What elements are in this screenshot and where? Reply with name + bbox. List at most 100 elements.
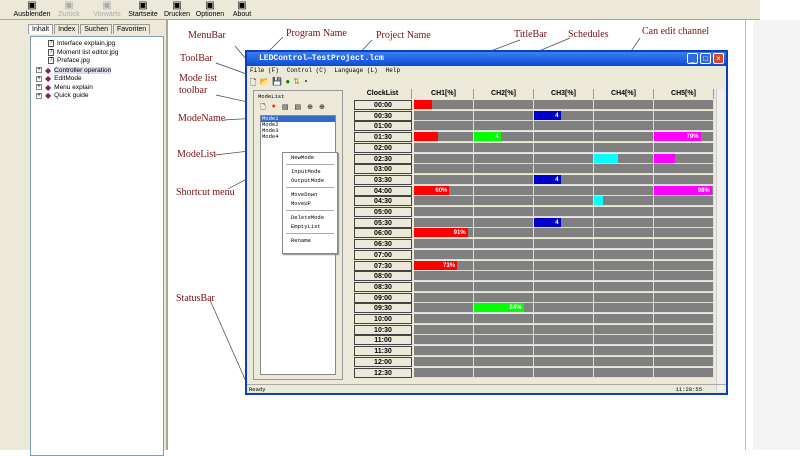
channel-cell[interactable] <box>474 143 534 153</box>
channel-cell[interactable] <box>534 121 594 131</box>
save-icon[interactable]: 💾 <box>272 77 282 91</box>
channel-cell[interactable] <box>594 186 654 196</box>
channel-cell[interactable] <box>654 357 714 367</box>
clock-cell[interactable]: 11:00 <box>354 335 412 345</box>
move-down-icon[interactable]: ⊕ <box>319 103 325 114</box>
channel-cell[interactable] <box>654 293 714 303</box>
channel-cell[interactable] <box>594 293 654 303</box>
channel-cell[interactable] <box>414 250 474 260</box>
open-folder-icon[interactable]: 📂 <box>259 77 269 91</box>
channel-cell[interactable] <box>474 196 534 206</box>
channel-cell[interactable] <box>654 218 714 228</box>
channel-cell[interactable] <box>474 100 534 110</box>
channel-cell[interactable]: 84% <box>474 303 534 313</box>
channel-cell[interactable] <box>414 218 474 228</box>
channel-cell[interactable] <box>534 207 594 217</box>
channel-cell[interactable] <box>654 271 714 281</box>
clock-cell[interactable]: 03:00 <box>354 164 412 174</box>
channel-cell[interactable] <box>594 261 654 271</box>
clock-cell[interactable]: 03:30 <box>354 175 412 185</box>
channel-cell[interactable] <box>594 314 654 324</box>
channel-cell[interactable] <box>654 325 714 335</box>
clock-cell[interactable]: 01:30 <box>354 132 412 142</box>
menu-item[interactable]: File (F) <box>250 66 279 76</box>
channel-cell[interactable] <box>594 239 654 249</box>
delete-mode-icon[interactable]: ● <box>272 103 276 114</box>
channel-cell[interactable] <box>594 175 654 185</box>
clock-cell[interactable]: 04:00 <box>354 186 412 196</box>
channel-cell[interactable] <box>654 121 714 131</box>
channel-cell[interactable]: 91% <box>414 228 474 238</box>
channel-cell[interactable] <box>534 154 594 164</box>
clock-cell[interactable]: 02:00 <box>354 143 412 153</box>
context-menu-item[interactable]: EmptyList <box>283 222 337 231</box>
channel-cell[interactable] <box>654 207 714 217</box>
channel-cell[interactable] <box>414 100 474 110</box>
clock-cell[interactable]: 09:00 <box>354 293 412 303</box>
channel-cell[interactable] <box>594 303 654 313</box>
channel-cell[interactable] <box>474 335 534 345</box>
channel-cell[interactable] <box>654 282 714 292</box>
channel-cell[interactable] <box>594 100 654 110</box>
channel-cell[interactable] <box>654 164 714 174</box>
context-menu-item[interactable]: InputMode <box>283 167 337 176</box>
channel-cell[interactable]: 79% <box>654 132 714 142</box>
channel-cell[interactable] <box>534 143 594 153</box>
clock-cell[interactable]: 10:30 <box>354 325 412 335</box>
channel-cell[interactable] <box>534 325 594 335</box>
clock-cell[interactable]: 08:00 <box>354 271 412 281</box>
channel-cell[interactable] <box>654 196 714 206</box>
new-file-icon[interactable]: 🗋 <box>250 77 256 91</box>
channel-cell[interactable] <box>594 132 654 142</box>
channel-cell[interactable] <box>474 282 534 292</box>
channel-cell[interactable] <box>474 154 534 164</box>
channel-cell[interactable] <box>654 100 714 110</box>
channel-cell[interactable] <box>474 314 534 324</box>
context-menu-item[interactable]: MoveDown <box>283 190 337 199</box>
channel-cell[interactable] <box>534 239 594 249</box>
close-button[interactable]: × <box>713 53 724 64</box>
context-menu-item[interactable]: DeleteMode <box>283 213 337 222</box>
channel-cell[interactable] <box>474 250 534 260</box>
channel-cell[interactable] <box>594 250 654 260</box>
context-menu-item[interactable]: OutputMode <box>283 176 337 185</box>
channel-cell[interactable] <box>654 303 714 313</box>
channel-cell[interactable] <box>474 346 534 356</box>
channel-cell[interactable] <box>654 261 714 271</box>
minimize-button[interactable]: _ <box>687 53 698 64</box>
clock-cell[interactable]: 12:00 <box>354 357 412 367</box>
channel-cell[interactable] <box>414 271 474 281</box>
clock-cell[interactable]: 06:00 <box>354 228 412 238</box>
channel-cell[interactable] <box>474 271 534 281</box>
channel-cell[interactable] <box>534 303 594 313</box>
channel-cell[interactable] <box>534 228 594 238</box>
channel-cell[interactable] <box>474 239 534 249</box>
channel-cell[interactable] <box>474 111 534 121</box>
channel-cell[interactable] <box>534 186 594 196</box>
channel-cell[interactable] <box>534 164 594 174</box>
channel-cell[interactable] <box>534 346 594 356</box>
channel-cell[interactable] <box>414 325 474 335</box>
channel-cell[interactable] <box>474 261 534 271</box>
channel-cell[interactable] <box>534 261 594 271</box>
channel-cell[interactable] <box>534 100 594 110</box>
export-mode-icon[interactable]: ▤ <box>295 103 302 114</box>
channel-cell[interactable] <box>414 154 474 164</box>
channel-cell[interactable] <box>414 357 474 367</box>
channel-cell[interactable]: 4 <box>534 218 594 228</box>
channel-cell[interactable] <box>654 314 714 324</box>
channel-cell[interactable]: 98% <box>654 186 714 196</box>
channel-cell[interactable] <box>414 111 474 121</box>
mode-item[interactable]: Mode4 <box>261 134 335 140</box>
channel-cell[interactable] <box>414 207 474 217</box>
menu-item[interactable]: Help <box>386 66 400 76</box>
clock-cell[interactable]: 02:30 <box>354 154 412 164</box>
menu-item[interactable]: Control (C) <box>287 66 327 76</box>
channel-cell[interactable] <box>474 293 534 303</box>
channel-cell[interactable]: 4 <box>474 132 534 142</box>
channel-cell[interactable] <box>414 346 474 356</box>
channel-cell[interactable] <box>594 218 654 228</box>
channel-cell[interactable] <box>594 346 654 356</box>
channel-cell[interactable] <box>414 293 474 303</box>
channel-cell[interactable] <box>414 121 474 131</box>
